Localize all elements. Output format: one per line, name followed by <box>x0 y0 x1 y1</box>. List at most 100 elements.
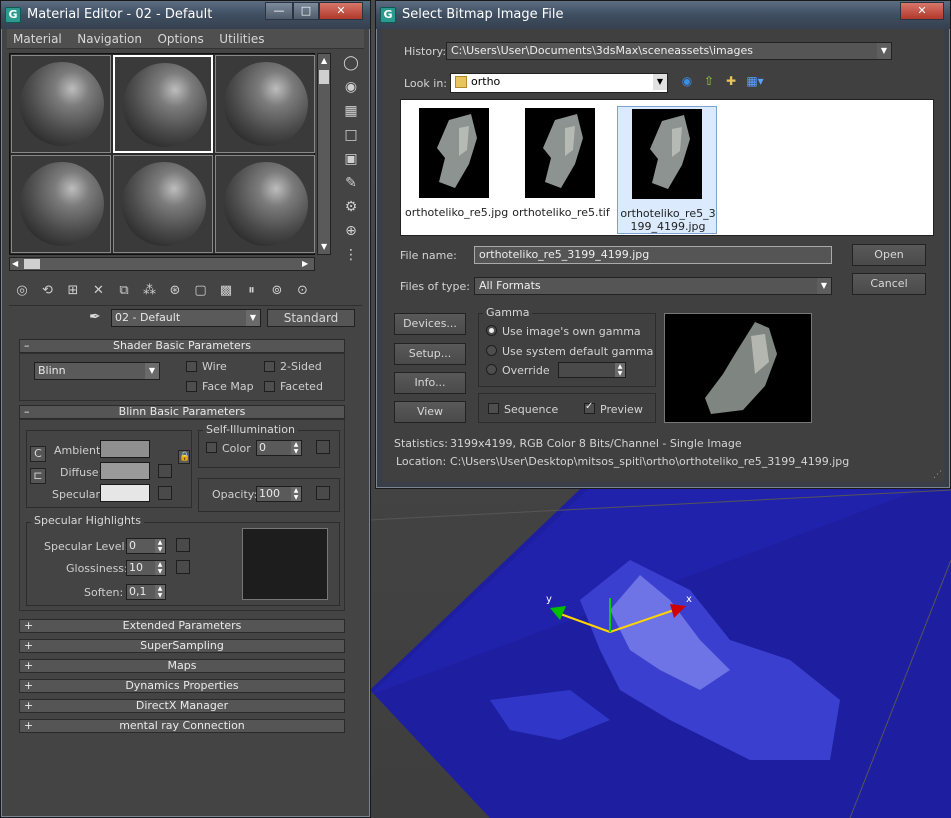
glossiness-spinner[interactable]: 10 ▲ ▼ <box>126 560 166 576</box>
diffuse-color-swatch[interactable] <box>100 462 150 480</box>
bitmap-dialog-titlebar[interactable]: G Select Bitmap Image File ✕ <box>376 1 950 29</box>
preview-checkbox[interactable] <box>584 401 595 414</box>
self-illum-map-button[interactable] <box>316 440 330 454</box>
supersampling-rollout[interactable]: + SuperSampling <box>19 639 345 653</box>
directx-manager-rollout[interactable]: + DirectX Manager <box>19 699 345 713</box>
background-icon[interactable]: ▦ <box>341 101 361 121</box>
video-color-check-icon[interactable]: ▣ <box>341 149 361 169</box>
sample-type-icon[interactable]: ◯ <box>341 53 361 73</box>
make-copy-icon[interactable]: ⧉ <box>113 281 135 301</box>
spinner-arrows-icon[interactable]: ▲ ▼ <box>155 561 165 575</box>
sample-slot[interactable] <box>11 155 111 253</box>
lock-icon[interactable]: 🔒 <box>178 450 190 464</box>
scroll-down-icon[interactable]: ▼ <box>321 242 327 251</box>
go-forward-icon[interactable]: ⊙ <box>292 281 314 301</box>
soften-spinner[interactable]: 0,1 ▲ ▼ <box>126 584 166 600</box>
face-map-checkbox[interactable] <box>186 381 197 392</box>
scroll-thumb[interactable] <box>319 70 329 84</box>
files-of-type-dropdown[interactable]: All Formats ▼ <box>474 277 832 295</box>
mental-ray-connection-rollout[interactable]: + mental ray Connection <box>19 719 345 733</box>
sample-slot[interactable] <box>113 155 213 253</box>
wire-checkbox[interactable] <box>186 361 197 372</box>
resize-grip-icon[interactable]: ⋰ <box>933 470 942 480</box>
select-by-material-icon[interactable]: ⊕ <box>341 221 361 241</box>
back-icon[interactable]: ◉ <box>678 72 696 90</box>
close-button[interactable]: ✕ <box>900 2 944 20</box>
make-preview-icon[interactable]: ✎ <box>341 173 361 193</box>
faceted-checkbox[interactable] <box>264 381 275 392</box>
blinn-basic-rollout-header[interactable]: – Blinn Basic Parameters <box>19 405 345 419</box>
spinner-arrows-icon[interactable]: ▲ ▼ <box>615 363 625 377</box>
slots-vertical-scrollbar[interactable]: ▲ ▼ <box>317 53 331 255</box>
scroll-up-icon[interactable]: ▲ <box>321 56 327 65</box>
diffuse-map-button[interactable] <box>158 464 172 478</box>
file-list[interactable]: orthoteliko_re5.jpg orthoteliko_re5.tif … <box>400 99 934 236</box>
ambient-color-swatch[interactable] <box>100 440 150 458</box>
two-sided-checkbox[interactable] <box>264 361 275 372</box>
uv-tiling-icon[interactable]: □ <box>341 125 361 145</box>
opacity-spinner[interactable]: 100 ▲ ▼ <box>256 486 302 502</box>
show-map-icon[interactable]: ▩ <box>215 281 237 301</box>
maps-rollout[interactable]: + Maps <box>19 659 345 673</box>
info-button[interactable]: Info... <box>394 372 466 394</box>
material-id-icon[interactable]: ▢ <box>190 281 212 301</box>
show-end-result-icon[interactable]: ⏸ <box>241 281 263 301</box>
material-name-field[interactable]: 02 - Default ▼ <box>111 309 261 327</box>
dynamics-properties-rollout[interactable]: + Dynamics Properties <box>19 679 345 693</box>
cancel-button[interactable]: Cancel <box>852 273 926 295</box>
specular-level-spinner[interactable]: 0 ▲ ▼ <box>126 538 166 554</box>
maximize-button[interactable]: □ <box>293 2 319 20</box>
menu-utilities[interactable]: Utilities <box>213 29 270 46</box>
setup-button[interactable]: Setup... <box>394 343 466 365</box>
look-in-dropdown[interactable]: ortho ▼ <box>450 73 668 93</box>
minimize-button[interactable]: — <box>265 2 293 20</box>
extended-parameters-rollout[interactable]: + Extended Parameters <box>19 619 345 633</box>
menu-options[interactable]: Options <box>151 29 209 46</box>
sample-slot-active[interactable] <box>113 55 213 153</box>
backlight-icon[interactable]: ◉ <box>341 77 361 97</box>
eyedropper-icon[interactable]: ✒ <box>89 309 101 325</box>
gamma-system-radio[interactable] <box>486 345 497 356</box>
lock-ambient-diffuse-button[interactable]: C <box>30 446 46 462</box>
sample-slot[interactable] <box>11 55 111 153</box>
scroll-thumb[interactable] <box>24 259 40 269</box>
spinner-arrows-icon[interactable]: ▲ ▼ <box>155 539 165 553</box>
material-editor-titlebar[interactable]: G Material Editor - 02 - Default — □ ✕ <box>1 1 370 29</box>
history-dropdown[interactable]: C:\Users\User\Documents\3dsMax\sceneasse… <box>446 42 892 60</box>
gamma-own-radio[interactable] <box>486 325 497 336</box>
reset-map-icon[interactable]: ✕ <box>88 281 110 301</box>
opacity-map-button[interactable] <box>316 486 330 500</box>
gamma-override-spinner[interactable]: ▲ ▼ <box>558 362 626 378</box>
spinner-arrows-icon[interactable]: ▲ ▼ <box>155 585 165 599</box>
view-button[interactable]: View <box>394 401 466 423</box>
chevron-down-icon[interactable]: ▼ <box>653 74 667 90</box>
scroll-right-icon[interactable]: ▶ <box>302 259 308 268</box>
lock-diffuse-specular-button[interactable]: ⊏ <box>30 468 46 484</box>
put-to-scene-icon[interactable]: ⟲ <box>37 281 59 301</box>
make-unique-icon[interactable]: ⁂ <box>139 281 161 301</box>
up-folder-icon[interactable]: ⇧ <box>700 72 718 90</box>
sample-slot[interactable] <box>215 155 315 253</box>
glossiness-map-button[interactable] <box>176 560 190 574</box>
put-to-library-icon[interactable]: ⊛ <box>164 281 186 301</box>
spinner-arrows-icon[interactable]: ▲ ▼ <box>291 487 301 501</box>
scroll-left-icon[interactable]: ◀ <box>12 259 18 268</box>
self-illum-value-spinner[interactable]: 0 ▲ ▼ <box>256 440 302 456</box>
specular-map-button[interactable] <box>158 486 172 500</box>
file-item-selected[interactable]: orthoteliko_re5_3199_4199.jpg <box>617 106 717 234</box>
chevron-down-icon[interactable]: ▼ <box>246 310 260 326</box>
chevron-down-icon[interactable]: ▼ <box>145 363 159 379</box>
material-type-button[interactable]: Standard <box>267 309 355 327</box>
chevron-down-icon[interactable]: ▼ <box>877 43 891 59</box>
view-menu-icon[interactable]: ▦▾ <box>746 72 764 90</box>
sample-slot[interactable] <box>215 55 315 153</box>
options-icon[interactable]: ⚙ <box>341 197 361 217</box>
self-illum-color-checkbox[interactable] <box>206 442 217 453</box>
file-item[interactable]: orthoteliko_re5.jpg <box>405 106 508 234</box>
chevron-down-icon[interactable]: ▼ <box>817 278 831 294</box>
new-folder-icon[interactable]: ✚ <box>722 72 740 90</box>
close-button[interactable]: ✕ <box>319 2 363 20</box>
specular-color-swatch[interactable] <box>100 484 150 502</box>
sequence-checkbox[interactable] <box>488 403 499 414</box>
open-button[interactable]: Open <box>852 244 926 266</box>
